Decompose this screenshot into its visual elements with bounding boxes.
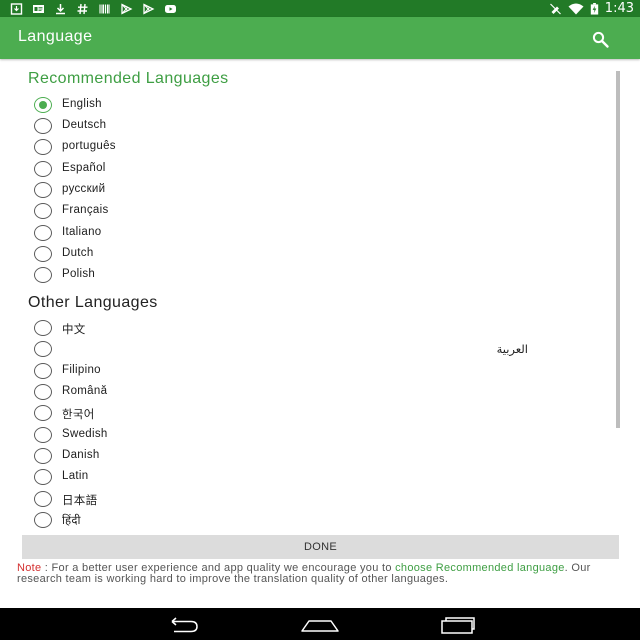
message-icon xyxy=(32,3,45,15)
language-label: Polish xyxy=(62,268,96,280)
language-option-english[interactable]: English xyxy=(34,95,614,115)
language-label: 日本語 xyxy=(62,495,98,507)
status-bar: 1:43 xyxy=(0,0,640,17)
radio-button[interactable] xyxy=(34,469,52,485)
language-list[interactable]: Recommended Languages English Deutsch po… xyxy=(0,59,640,534)
language-label: русский xyxy=(62,183,106,195)
hashtag-icon xyxy=(76,3,89,15)
home-button[interactable] xyxy=(300,615,340,635)
language-option-romana[interactable]: Română xyxy=(34,382,614,402)
language-option-francais[interactable]: Français xyxy=(34,201,614,221)
recents-button[interactable] xyxy=(437,615,477,635)
language-label: Swedish xyxy=(62,428,108,440)
language-label: português xyxy=(62,140,116,152)
language-option-chinese[interactable]: 中文 xyxy=(34,318,614,338)
language-label: Latin xyxy=(62,470,89,482)
language-label: Filipino xyxy=(62,364,101,376)
play-store-icon xyxy=(142,2,155,15)
language-label: العربية xyxy=(496,344,528,356)
language-option-portugues[interactable]: português xyxy=(34,137,614,157)
play-store-icon xyxy=(120,2,133,15)
battery-charging-icon xyxy=(590,2,599,15)
language-label: 한국어 xyxy=(62,409,95,421)
translation-note: Note : For a better user experience and … xyxy=(17,563,617,585)
radio-button[interactable] xyxy=(34,97,52,113)
scrollbar[interactable] xyxy=(616,71,620,428)
system-status: 1:43 xyxy=(549,0,634,17)
language-label: Dutch xyxy=(62,247,94,259)
language-option-russian[interactable]: русский xyxy=(34,180,614,200)
radio-button[interactable] xyxy=(34,225,52,241)
language-label: Deutsch xyxy=(62,119,107,131)
notification-icons xyxy=(10,2,177,15)
radio-button[interactable] xyxy=(34,405,52,421)
clock: 1:43 xyxy=(604,1,634,16)
search-button[interactable] xyxy=(589,28,611,50)
radio-button[interactable] xyxy=(34,139,52,155)
navigation-bar xyxy=(0,608,640,640)
radio-button[interactable] xyxy=(34,363,52,379)
done-button[interactable]: DONE xyxy=(22,535,619,559)
language-option-hindi[interactable]: हिंदी xyxy=(34,510,614,530)
radio-button[interactable] xyxy=(34,427,52,443)
radio-button[interactable] xyxy=(34,320,52,336)
radio-button[interactable] xyxy=(34,384,52,400)
language-option-latin[interactable]: Latin xyxy=(34,467,614,487)
recommended-languages-header: Recommended Languages xyxy=(28,70,229,87)
language-option-arabic[interactable]: العربية xyxy=(34,339,614,359)
language-option-danish[interactable]: Danish xyxy=(34,446,614,466)
page-title: Language xyxy=(18,28,93,45)
language-option-dutch[interactable]: Dutch xyxy=(34,244,614,264)
radio-button[interactable] xyxy=(34,182,52,198)
language-label: 中文 xyxy=(62,324,86,336)
radio-button[interactable] xyxy=(34,512,52,528)
language-label: Danish xyxy=(62,449,100,461)
download-box-icon xyxy=(10,2,23,15)
radio-button[interactable] xyxy=(34,246,52,262)
language-label: Română xyxy=(62,385,108,397)
language-label: हिंदी xyxy=(62,515,81,527)
barcode-icon xyxy=(98,3,111,15)
back-icon xyxy=(171,617,198,633)
radio-button[interactable] xyxy=(34,267,52,283)
youtube-icon xyxy=(164,3,177,15)
language-label: Español xyxy=(62,162,106,174)
radio-button[interactable] xyxy=(34,491,52,507)
recents-icon xyxy=(441,617,475,634)
search-icon xyxy=(592,31,609,48)
language-label: English xyxy=(62,98,102,110)
radio-button[interactable] xyxy=(34,341,52,357)
radio-button[interactable] xyxy=(34,203,52,219)
wifi-icon xyxy=(568,3,584,15)
language-option-korean[interactable]: 한국어 xyxy=(34,403,614,423)
language-option-filipino[interactable]: Filipino xyxy=(34,361,614,381)
radio-button[interactable] xyxy=(34,118,52,134)
back-button[interactable] xyxy=(164,615,204,635)
language-option-italiano[interactable]: Italiano xyxy=(34,223,614,243)
other-languages-header: Other Languages xyxy=(28,294,158,311)
language-option-polish[interactable]: Polish xyxy=(34,265,614,285)
radio-button[interactable] xyxy=(34,161,52,177)
radio-button[interactable] xyxy=(34,448,52,464)
download-icon xyxy=(54,3,67,15)
app-bar: Language xyxy=(0,17,640,59)
language-label: Italiano xyxy=(62,226,102,238)
language-label: Français xyxy=(62,204,109,216)
home-icon xyxy=(301,620,339,632)
language-option-espanol[interactable]: Español xyxy=(34,159,614,179)
language-option-japanese[interactable]: 日本語 xyxy=(34,489,614,509)
language-option-deutsch[interactable]: Deutsch xyxy=(34,116,614,136)
language-option-swedish[interactable]: Swedish xyxy=(34,425,614,445)
mute-icon xyxy=(549,3,562,15)
